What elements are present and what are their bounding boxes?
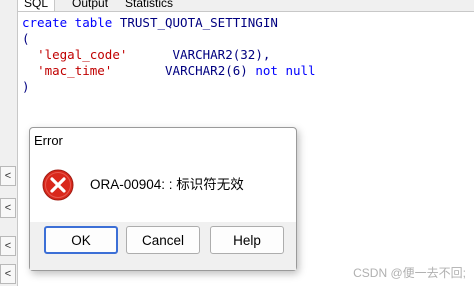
column-name: 'legal_code'	[37, 47, 128, 62]
code-line: 'mac_time' VARCHAR2(6) not null	[22, 63, 316, 79]
tab-sql[interactable]: SQL	[18, 0, 56, 11]
dialog-footer: OK Cancel Help	[30, 222, 296, 270]
error-dialog: Error ORA-00904: : 标识符无效 OK Cancel Help	[29, 127, 297, 271]
collapse-button[interactable]: <	[0, 236, 16, 256]
code-line: create table TRUST_QUOTA_SETTINGIN	[22, 15, 278, 31]
dialog-body: ORA-00904: : 标识符无效	[30, 154, 296, 222]
watermark: CSDN @便一去不回;	[353, 266, 466, 280]
column-type: VARCHAR2(32),	[172, 47, 271, 62]
ok-button[interactable]: OK	[44, 226, 118, 254]
code-line: )	[22, 79, 30, 95]
paren: (	[22, 31, 30, 46]
error-x-icon	[42, 169, 74, 201]
table-name: TRUST_QUOTA_SETTINGIN	[119, 15, 278, 30]
tab-statistics[interactable]: Statistics	[119, 0, 179, 11]
keyword: not null	[255, 63, 316, 78]
cancel-button[interactable]: Cancel	[126, 226, 200, 254]
tab-output[interactable]: Output	[66, 0, 114, 11]
column-type: VARCHAR2(6)	[165, 63, 248, 78]
left-panel-strip: < < < <	[0, 0, 18, 286]
collapse-button[interactable]: <	[0, 264, 16, 284]
column-name: 'mac_time'	[37, 63, 113, 78]
paren: )	[22, 79, 30, 94]
keyword: create table	[22, 15, 113, 30]
help-button[interactable]: Help	[210, 226, 284, 254]
collapse-button[interactable]: <	[0, 198, 16, 218]
code-line: (	[22, 31, 30, 47]
collapse-button[interactable]: <	[0, 166, 16, 186]
dialog-titlebar[interactable]: Error	[30, 128, 296, 154]
code-line: 'legal_code' VARCHAR2(32),	[22, 47, 270, 63]
error-message: ORA-00904: : 标识符无效	[90, 177, 244, 192]
editor-tabbar: SQL Output Statistics	[18, 0, 474, 12]
dialog-title: Error	[34, 133, 63, 148]
